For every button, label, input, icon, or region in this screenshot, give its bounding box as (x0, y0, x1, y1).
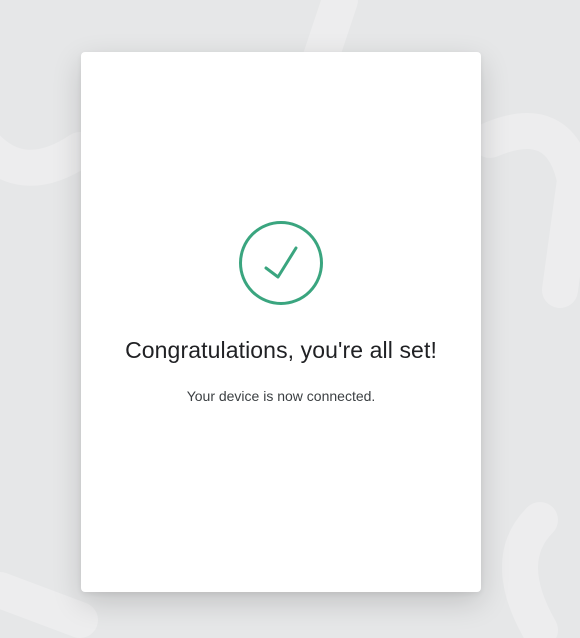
success-circle (239, 221, 323, 305)
success-message: Your device is now connected. (186, 388, 376, 404)
success-check-mark (264, 246, 298, 279)
confirmation-card: Congratulations, you're all set! Your de… (81, 52, 481, 592)
success-checkmark-icon (238, 220, 324, 306)
success-title: Congratulations, you're all set! (125, 337, 437, 363)
